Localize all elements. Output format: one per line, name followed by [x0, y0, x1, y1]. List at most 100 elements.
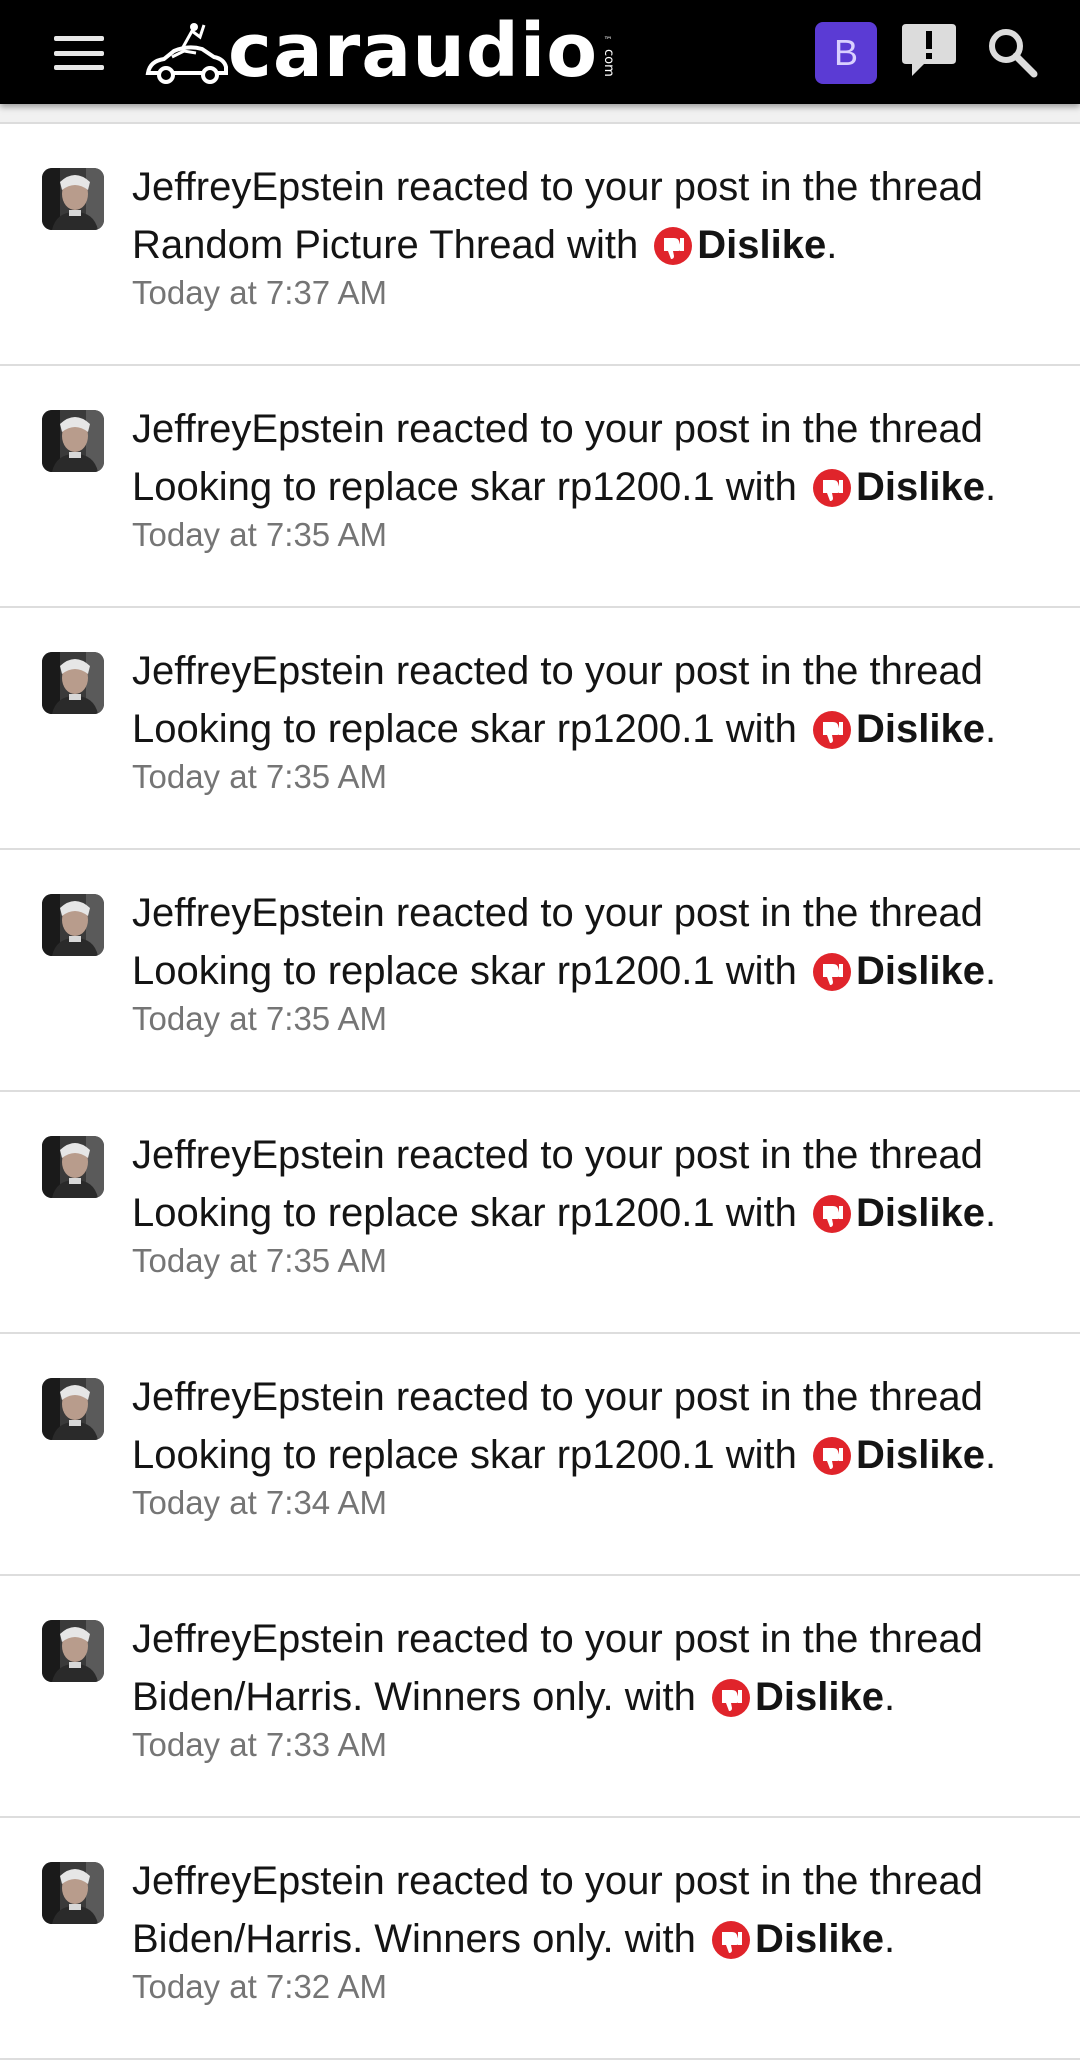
notification-text: JeffreyEpstein reacted to your post in t… [132, 1368, 1052, 1484]
notification-item[interactable]: JeffreyEpstein reacted to your post in t… [0, 1092, 1080, 1334]
reaction-name: Dislike [755, 1675, 884, 1719]
username-link[interactable]: JeffreyEpstein [132, 165, 385, 209]
username-link[interactable]: JeffreyEpstein [132, 1133, 385, 1177]
end-punctuation: . [984, 949, 997, 993]
username-link[interactable]: JeffreyEpstein [132, 1375, 385, 1419]
reaction-name: Dislike [855, 1191, 985, 1235]
thumbs-down-icon [812, 953, 851, 991]
user-avatar[interactable] [42, 168, 104, 230]
action-text: reacted to your post in the thread [384, 891, 983, 935]
user-avatar[interactable] [42, 1136, 104, 1198]
thread-link[interactable]: Looking to replace skar rp1200.1 [132, 949, 715, 993]
action-text: reacted to your post in the thread [384, 1617, 983, 1661]
avatar-image [42, 652, 104, 714]
notification-text: JeffreyEpstein reacted to your post in t… [132, 884, 1052, 1000]
thumbs-down-icon [654, 227, 693, 265]
with-text: with [714, 707, 808, 751]
username-link[interactable]: JeffreyEpstein [132, 1859, 385, 1903]
end-punctuation: . [984, 1191, 997, 1235]
notification-item[interactable]: JeffreyEpstein reacted to your post in t… [0, 608, 1080, 850]
avatar-image [42, 1620, 104, 1682]
thread-link[interactable]: Biden/Harris. Winners only. [132, 1675, 614, 1719]
reaction-name: Dislike [855, 707, 985, 751]
notification-item[interactable]: JeffreyEpstein reacted to your post in t… [0, 1576, 1080, 1818]
avatar-image [42, 1862, 104, 1924]
notification-item[interactable]: JeffreyEpstein reacted to your post in t… [0, 1818, 1080, 2060]
alert-bubble-icon[interactable] [900, 20, 958, 80]
end-punctuation: . [984, 707, 997, 751]
thumbs-down-icon [812, 1195, 851, 1233]
avatar-image [42, 168, 104, 230]
end-punctuation: . [984, 1433, 997, 1477]
hamburger-menu-icon[interactable] [48, 30, 110, 76]
thumbs-down-icon [812, 711, 851, 749]
avatar-image [42, 894, 104, 956]
user-avatar[interactable] [42, 1378, 104, 1440]
notification-item[interactable]: JeffreyEpstein reacted to your post in t… [0, 1334, 1080, 1576]
thread-link[interactable]: Looking to replace skar rp1200.1 [132, 1191, 715, 1235]
with-text: with [613, 1917, 707, 1961]
notification-text: JeffreyEpstein reacted to your post in t… [132, 1610, 1052, 1726]
notification-text: JeffreyEpstein reacted to your post in t… [132, 642, 1052, 758]
logo-domain-suffix: ™ com [600, 36, 616, 77]
thread-link[interactable]: Looking to replace skar rp1200.1 [132, 1433, 715, 1477]
notification-text: JeffreyEpstein reacted to your post in t… [132, 1852, 1052, 1968]
search-icon[interactable] [986, 26, 1038, 78]
user-avatar[interactable] [42, 1862, 104, 1924]
with-text: with [714, 1191, 808, 1235]
logo-wordmark: caraudio [228, 8, 599, 94]
thumbs-down-icon [712, 1921, 750, 1959]
notification-time: Today at 7:35 AM [132, 758, 387, 795]
username-link[interactable]: JeffreyEpstein [132, 1617, 385, 1661]
action-text: reacted to your post in the thread [384, 407, 983, 451]
user-avatar[interactable] [42, 652, 104, 714]
notification-time: Today at 7:32 AM [132, 1968, 387, 2005]
notification-time: Today at 7:33 AM [132, 1726, 387, 1763]
reaction-name: Dislike [855, 949, 985, 993]
action-text: reacted to your post in the thread [384, 165, 983, 209]
site-logo[interactable]: caraudio ™ com [144, 8, 616, 94]
logo-trademark: ™ [603, 36, 613, 47]
notification-time: Today at 7:37 AM [132, 274, 387, 311]
avatar-image [42, 410, 104, 472]
avatar-image [42, 1136, 104, 1198]
notification-time: Today at 7:35 AM [132, 516, 387, 553]
thread-link[interactable]: Looking to replace skar rp1200.1 [132, 465, 715, 509]
with-text: with [714, 949, 808, 993]
action-text: reacted to your post in the thread [384, 649, 983, 693]
reaction-name: Dislike [855, 465, 985, 509]
notification-text: JeffreyEpstein reacted to your post in t… [132, 158, 1052, 274]
notification-text: JeffreyEpstein reacted to your post in t… [132, 400, 1052, 516]
thumbs-down-icon [812, 1437, 851, 1475]
reaction-name: Dislike [755, 1917, 884, 1961]
end-punctuation: . [984, 465, 997, 509]
reaction-name: Dislike [697, 223, 827, 267]
car-logo-icon [145, 23, 228, 84]
username-link[interactable]: JeffreyEpstein [132, 407, 385, 451]
user-avatar[interactable] [42, 1620, 104, 1682]
user-avatar[interactable] [42, 894, 104, 956]
action-text: reacted to your post in the thread [384, 1375, 983, 1419]
username-link[interactable]: JeffreyEpstein [132, 649, 385, 693]
with-text: with [714, 1433, 808, 1477]
with-text: with [613, 1675, 707, 1719]
with-text: with [714, 465, 808, 509]
thread-link[interactable]: Random Picture Thread [132, 223, 556, 267]
notification-item[interactable]: JeffreyEpstein reacted to your post in t… [0, 366, 1080, 608]
user-avatar[interactable] [42, 410, 104, 472]
logo-suffix-text: com [600, 49, 616, 77]
notification-item[interactable]: JeffreyEpstein reacted to your post in t… [0, 850, 1080, 1092]
notification-item[interactable]: JeffreyEpstein reacted to your post in t… [0, 124, 1080, 366]
user-account-button[interactable]: B [815, 22, 877, 84]
notification-time: Today at 7:34 AM [132, 1484, 387, 1521]
thread-link[interactable]: Biden/Harris. Winners only. [132, 1917, 614, 1961]
thread-link[interactable]: Looking to replace skar rp1200.1 [132, 707, 715, 751]
action-text: reacted to your post in the thread [384, 1133, 983, 1177]
avatar-image [42, 1378, 104, 1440]
username-link[interactable]: JeffreyEpstein [132, 891, 385, 935]
end-punctuation: . [883, 1675, 896, 1719]
notification-text: JeffreyEpstein reacted to your post in t… [132, 1126, 1052, 1242]
notification-time: Today at 7:35 AM [132, 1242, 387, 1279]
list-header-strip [0, 104, 1080, 124]
notification-list: JeffreyEpstein reacted to your post in t… [0, 104, 1080, 2060]
